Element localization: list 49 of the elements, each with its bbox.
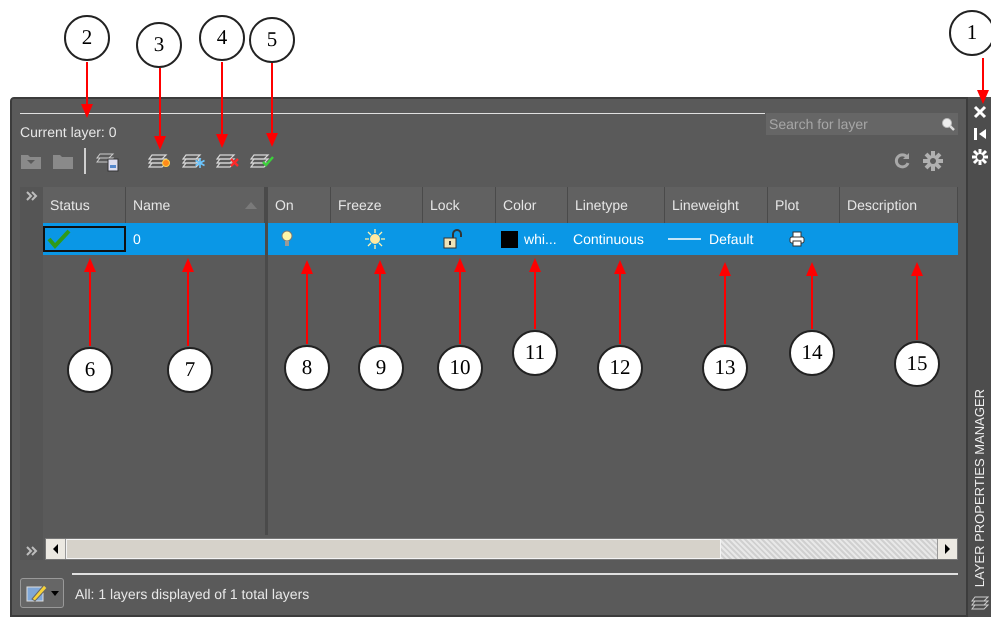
printer-icon[interactable] — [789, 231, 805, 247]
callout-arrow — [977, 58, 989, 104]
search-field[interactable]: Search for layer — [766, 113, 958, 135]
callout-number: 4 — [199, 15, 245, 61]
callout-number: 1 — [949, 10, 991, 56]
column-header[interactable]: Color — [496, 187, 568, 223]
sort-arrow-icon — [245, 202, 257, 208]
column-header[interactable]: Linetype — [568, 187, 665, 223]
pencil-icon — [26, 583, 48, 603]
status-bar-text: All: 1 layers displayed of 1 total layers — [75, 585, 310, 604]
callout-arrow — [81, 62, 93, 118]
color-name: whi... — [524, 230, 557, 248]
auto-hide-icon[interactable] — [972, 127, 986, 141]
column-header[interactable]: Freeze — [331, 187, 423, 223]
callout-number: 3 — [136, 22, 182, 68]
refresh-icon[interactable] — [892, 151, 912, 171]
open-padlock-icon[interactable] — [442, 229, 462, 249]
callout-arrow — [529, 258, 541, 329]
double-chevron-icon[interactable] — [26, 546, 38, 556]
lineweight-line — [668, 237, 701, 241]
column-header[interactable]: Description — [840, 187, 958, 223]
filter-dropdown-button[interactable] — [20, 578, 64, 608]
lineweight-value: Default — [709, 230, 754, 248]
scroll-right-button[interactable] — [937, 539, 957, 559]
scrollbar-thumb[interactable] — [66, 539, 721, 559]
layers-icon[interactable] — [970, 595, 988, 611]
light-bulb-icon[interactable] — [280, 230, 292, 248]
check-icon — [47, 229, 71, 249]
current-layer-label: Current layer: 0 — [20, 123, 118, 142]
layer-name: 0 — [133, 230, 141, 248]
panel-title: LAYER PROPERTIES MANAGER — [970, 388, 988, 587]
callout-number: 5 — [249, 17, 295, 63]
linetype-value: Continuous — [573, 230, 644, 248]
color-swatch[interactable] — [501, 230, 518, 248]
scroll-left-button[interactable] — [46, 539, 66, 559]
column-header[interactable]: Name — [126, 187, 265, 223]
search-icon[interactable] — [941, 117, 955, 131]
double-chevron-icon[interactable] — [26, 191, 38, 201]
column-header[interactable]: Lineweight — [665, 187, 768, 223]
layer-row[interactable]: 0 whi... Continuous Default — [43, 223, 958, 255]
horizontal-scrollbar[interactable] — [45, 538, 958, 560]
column-header[interactable]: Plot — [768, 187, 840, 223]
close-icon[interactable] — [972, 105, 986, 119]
column-header[interactable]: On — [268, 187, 331, 223]
callout-arrow — [806, 262, 818, 329]
sun-icon[interactable] — [365, 229, 385, 249]
column-header[interactable]: Lock — [423, 187, 496, 223]
callout-number: 2 — [64, 15, 110, 61]
column-header[interactable]: Status — [43, 187, 126, 223]
